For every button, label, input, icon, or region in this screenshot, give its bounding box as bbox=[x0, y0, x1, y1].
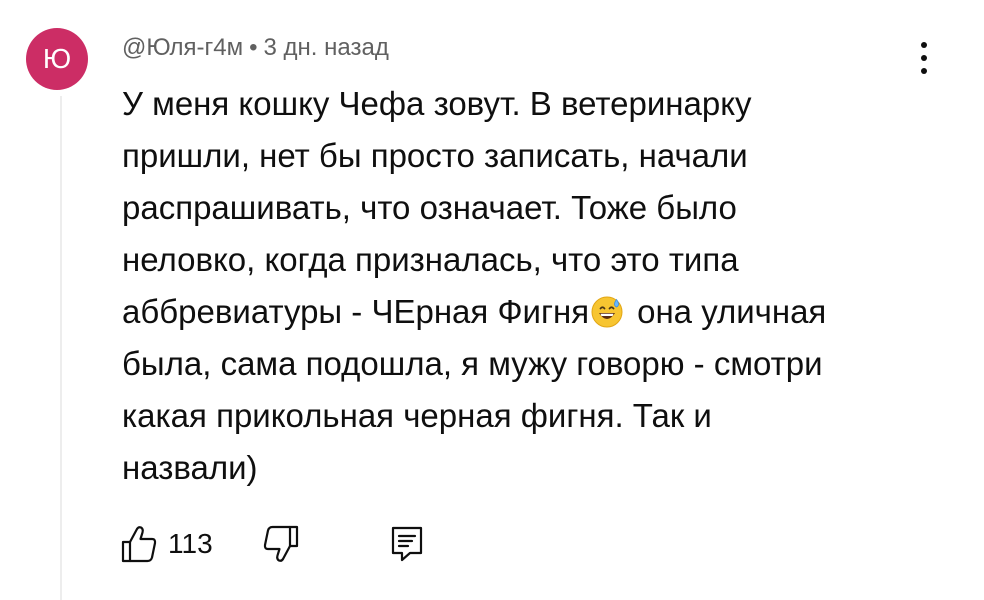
comment-line-segment: она уличная bbox=[637, 293, 827, 330]
author-name[interactable]: @Юля-г4м bbox=[122, 34, 243, 61]
more-dot bbox=[921, 55, 927, 61]
more-dot bbox=[921, 68, 927, 74]
thread-line bbox=[60, 96, 62, 600]
reply-button[interactable] bbox=[390, 524, 424, 564]
thumbs-up-icon bbox=[121, 526, 157, 563]
meta-separator: • bbox=[249, 34, 258, 61]
more-dot bbox=[921, 42, 927, 48]
comment-line: была, сама подошла, я мужу говорю - смот… bbox=[122, 345, 823, 382]
more-vertical-icon[interactable] bbox=[908, 36, 940, 80]
avatar[interactable]: Ю bbox=[26, 28, 88, 90]
grinning-face-with-sweat-emoji bbox=[591, 296, 623, 328]
like-button[interactable]: 113 bbox=[120, 524, 213, 564]
dislike-button[interactable] bbox=[262, 524, 300, 564]
comment-text: У меня кошку Чефа зовут. В ветеринарку п… bbox=[122, 78, 922, 494]
comment-line: пришли, нет бы просто записать, начали bbox=[122, 137, 748, 174]
like-count: 113 bbox=[168, 528, 213, 559]
reply-comment-icon bbox=[391, 526, 423, 562]
comment-meta: @Юля-г4м • 3 дн. назад bbox=[122, 34, 389, 62]
comment-time: 3 дн. назад bbox=[263, 34, 389, 61]
comment-line: У меня кошку Чефа зовут. В ветеринарку bbox=[122, 85, 752, 122]
comment-line: неловко, когда призналась, что это типа bbox=[122, 241, 739, 278]
comment-line: распрашивать, что означает. Тоже было bbox=[122, 189, 737, 226]
comment-line: аббревиатуры - ЧЕрная Фигня она уличная bbox=[122, 286, 922, 338]
comment-line: назвали) bbox=[122, 449, 258, 486]
thumbs-down-icon bbox=[263, 525, 299, 562]
comment-line-segment: аббревиатуры - ЧЕрная Фигня bbox=[122, 293, 590, 330]
comment-line: какая прикольная черная фигня. Так и bbox=[122, 397, 712, 434]
